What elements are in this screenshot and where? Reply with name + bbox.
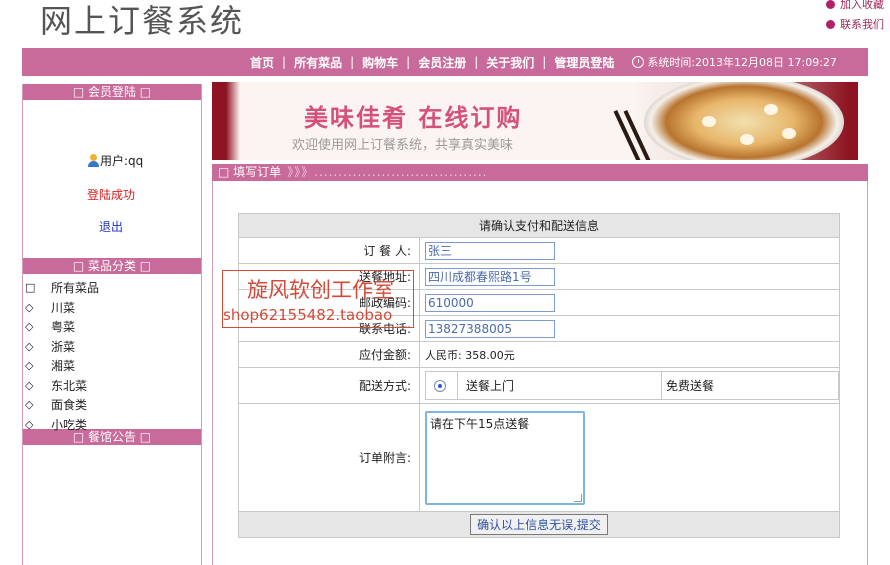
address-label: 送餐地址: — [238, 263, 420, 290]
postcode-input[interactable]: 610000 — [425, 293, 555, 312]
category-item-hunan[interactable]: ◇ 湘菜 — [25, 356, 201, 376]
category-list: □ 所有菜品 ◇ 川菜 ◇ 粤菜 ◇ 浙菜 ◇ 湘菜 ◇ 东北菜 ◇ 面食类 ◇ 小吃类 — [23, 274, 201, 432]
delivery-options: 送餐上门 免费送餐 — [425, 371, 839, 400]
category-item-sichuan[interactable]: ◇ 川菜 — [25, 298, 201, 318]
nav-register[interactable]: 会员注册 — [418, 54, 466, 71]
category-label: 面食类 — [51, 398, 88, 413]
nav-separator: | — [542, 55, 547, 69]
dot-icon — [826, 0, 835, 9]
nav-separator: | — [350, 55, 355, 69]
clock-icon — [632, 56, 645, 68]
site-title: 网上订餐系统 — [40, 2, 245, 40]
phone-input[interactable]: 13827388005 — [425, 319, 555, 338]
category-item-all[interactable]: □ 所有菜品 — [25, 278, 201, 298]
nav-admin-login[interactable]: 管理员登陆 — [554, 54, 614, 71]
diamond-bullet-icon: ◇ — [25, 300, 34, 314]
nav-separator: | — [474, 55, 479, 69]
nav-cart[interactable]: 购物车 — [362, 54, 398, 71]
resize-grip-icon[interactable] — [574, 493, 582, 502]
login-status: 登陆成功 — [87, 188, 136, 202]
sidebar: □ 会员登陆 □ 用户:qq 登陆成功 退出 □ 菜品分类 □ □ 所有菜品 ◇ 川… — [22, 84, 202, 565]
dot-icon — [826, 19, 835, 29]
category-item-noodles[interactable]: ◇ 面食类 — [25, 395, 201, 415]
nav-menu: 首页 | 所有菜品 | 购物车 | 会员注册 | 关于我们 | 管理员登陆 系统… — [250, 48, 837, 76]
category-label: 川菜 — [51, 300, 76, 315]
diamond-bullet-icon: ◇ — [25, 417, 34, 431]
nav-about[interactable]: 关于我们 — [486, 54, 534, 71]
banner-title: 美味佳肴 在线订购 — [304, 104, 523, 132]
nav-home[interactable]: 首页 — [250, 54, 274, 71]
category-label: 浙菜 — [51, 339, 76, 354]
banner: 美味佳肴 在线订购 欢迎使用网上订餐系统，共享真实美味 — [212, 82, 858, 160]
category-label: 湘菜 — [51, 359, 76, 374]
square-bullet-icon: □ — [25, 281, 36, 295]
top-navbar: 首页 | 所有菜品 | 购物车 | 会员注册 | 关于我们 | 管理员登陆 系统… — [22, 48, 868, 76]
logout-link[interactable]: 退出 — [99, 218, 123, 235]
add-favorite-link[interactable]: 加入收藏 — [764, 0, 884, 14]
submit-button[interactable]: 确认以上信息无误,提交 — [470, 514, 608, 535]
banner-subtitle: 欢迎使用网上订餐系统，共享真实美味 — [292, 138, 514, 153]
category-label: 东北菜 — [51, 378, 88, 393]
system-time: 系统时间:2013年12月08日 17:09:27 — [647, 56, 837, 69]
member-login-box: 用户:qq 登陆成功 退出 — [23, 100, 201, 258]
diamond-bullet-icon: ◇ — [25, 359, 34, 373]
category-header: □ 菜品分类 □ — [23, 258, 201, 274]
category-label: 所有菜品 — [51, 281, 100, 296]
remark-textarea[interactable]: 请在下午15点送餐 — [425, 410, 585, 505]
member-login-header: □ 会员登陆 □ — [23, 84, 201, 100]
notice-header: □ 餐馆公告 □ — [23, 429, 201, 445]
nav-all-dishes[interactable]: 所有菜品 — [294, 54, 342, 71]
address-input[interactable]: 四川成都春熙路1号 — [425, 267, 555, 286]
remark-text: 请在下午15点送餐 — [430, 416, 530, 431]
category-label: 粤菜 — [51, 320, 76, 335]
category-item-cantonese[interactable]: ◇ 粤菜 — [25, 317, 201, 337]
diamond-bullet-icon: ◇ — [25, 320, 34, 334]
food-platter-image — [644, 82, 844, 160]
postcode-label: 邮政编码: — [238, 289, 420, 316]
amount-value: 人民币: 358.00元 — [419, 341, 840, 368]
top-links: 加入收藏 联系我们 — [764, 0, 884, 34]
orderer-input[interactable]: 张三 — [425, 241, 555, 260]
nav-separator: | — [406, 55, 411, 69]
delivery-radio[interactable] — [434, 380, 446, 392]
delivery-label: 配送方式: — [238, 367, 420, 404]
amount-label: 应付金额: — [238, 341, 420, 368]
order-section-header: □ 填写订单 》》》...............................… — [212, 164, 868, 181]
category-item-northeast[interactable]: ◇ 东北菜 — [25, 376, 201, 396]
section-title: □ 填写订单 — [218, 165, 282, 179]
orderer-label: 订 餐 人: — [238, 237, 420, 264]
order-form: 请确认支付和配送信息 订 餐 人: 张三 送餐地址: 四川成都春熙路1号 邮政编… — [238, 213, 840, 538]
category-item-zhejiang[interactable]: ◇ 浙菜 — [25, 337, 201, 357]
diamond-bullet-icon: ◇ — [25, 339, 34, 353]
contact-us-label: 联系我们 — [840, 18, 884, 31]
nav-separator: | — [282, 55, 287, 69]
user-info: 用户:qq — [87, 152, 143, 169]
diamond-bullet-icon: ◇ — [25, 398, 34, 412]
delivery-note: 免费送餐 — [661, 371, 839, 400]
form-heading: 请确认支付和配送信息 — [238, 213, 840, 238]
add-favorite-label: 加入收藏 — [840, 0, 884, 11]
diamond-bullet-icon: ◇ — [25, 378, 34, 392]
user-label: 用户:qq — [100, 154, 144, 168]
section-decoration: 》》》.................................... — [287, 165, 488, 179]
contact-us-link[interactable]: 联系我们 — [764, 14, 884, 34]
delivery-option-label: 送餐上门 — [457, 371, 662, 400]
remark-label: 订单附言: — [238, 403, 420, 512]
user-icon — [87, 154, 99, 167]
phone-label: 联系电话: — [238, 315, 420, 342]
